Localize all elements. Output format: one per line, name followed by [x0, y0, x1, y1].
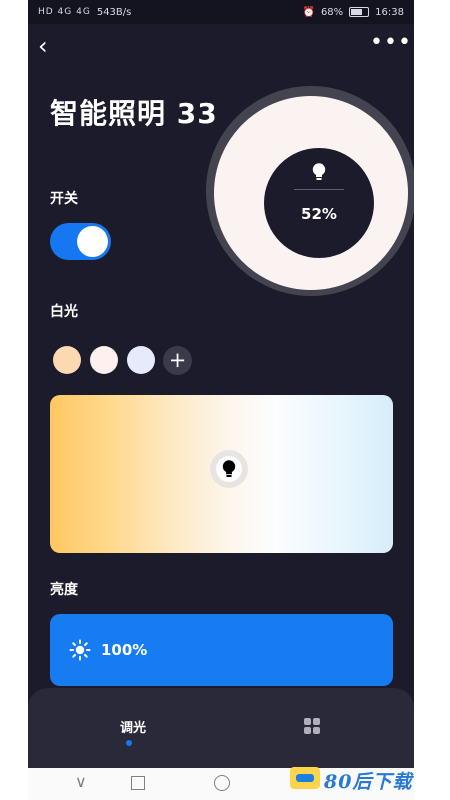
app-screen: HD 4G 4G 543B/s ⏰ 68% 16:38 ‹ ••• 智能照明 3… — [28, 0, 414, 800]
swatch-cool[interactable] — [127, 346, 155, 374]
bulb-icon — [222, 460, 236, 477]
clock: 16:38 — [375, 6, 404, 18]
brightness-dial[interactable]: 52% — [206, 86, 414, 296]
swatch-warm[interactable] — [53, 346, 81, 374]
watermark-logo-icon — [290, 767, 320, 789]
dial-ring[interactable]: 52% — [214, 96, 408, 290]
brightness-label: 亮度 — [50, 582, 78, 598]
nav-recent-icon[interactable] — [214, 775, 230, 791]
add-swatch-button[interactable]: + — [163, 346, 192, 375]
dial-center: 52% — [264, 148, 374, 258]
signal-indicator: HD 4G 4G — [38, 7, 91, 17]
bottom-nav: 调光 — [28, 688, 414, 768]
swatch-neutral[interactable] — [90, 346, 118, 374]
nav-home-icon[interactable] — [131, 776, 145, 790]
power-toggle[interactable] — [50, 223, 111, 260]
status-bar: HD 4G 4G 543B/s ⏰ 68% 16:38 — [28, 0, 414, 24]
dial-value: 52% — [301, 205, 337, 223]
brightness-slider[interactable]: 100% — [50, 614, 393, 686]
bulb-icon — [312, 163, 326, 180]
back-arrow-icon[interactable]: ‹ — [38, 34, 62, 60]
tab-dimming[interactable]: 调光 — [110, 717, 156, 736]
alarm-icon: ⏰ — [302, 6, 315, 18]
watermark-text: 80后下载 — [324, 771, 413, 793]
temperature-handle[interactable] — [210, 450, 248, 488]
sun-icon — [69, 639, 91, 661]
battery-icon — [349, 7, 370, 17]
more-icon[interactable]: ••• — [370, 32, 411, 58]
network-speed: 543B/s — [96, 6, 132, 18]
battery-percent: 68% — [320, 6, 344, 18]
nav-back-icon[interactable]: ∨ — [75, 772, 87, 791]
brightness-value: 100% — [101, 641, 148, 659]
white-light-label: 白光 — [50, 304, 78, 320]
right-margin — [414, 0, 450, 800]
color-temperature-panel[interactable] — [50, 395, 393, 553]
active-tab-indicator — [126, 740, 132, 746]
dial-divider — [294, 189, 344, 190]
switch-label: 开关 — [50, 191, 78, 207]
left-margin — [0, 0, 28, 800]
page-title: 智能照明 33 — [50, 97, 218, 130]
top-bar: ‹ ••• — [28, 32, 414, 62]
toggle-knob[interactable] — [77, 226, 108, 257]
grid-icon[interactable] — [304, 718, 320, 734]
handle-inner — [216, 456, 242, 482]
watermark: 80后下载 — [290, 767, 411, 793]
